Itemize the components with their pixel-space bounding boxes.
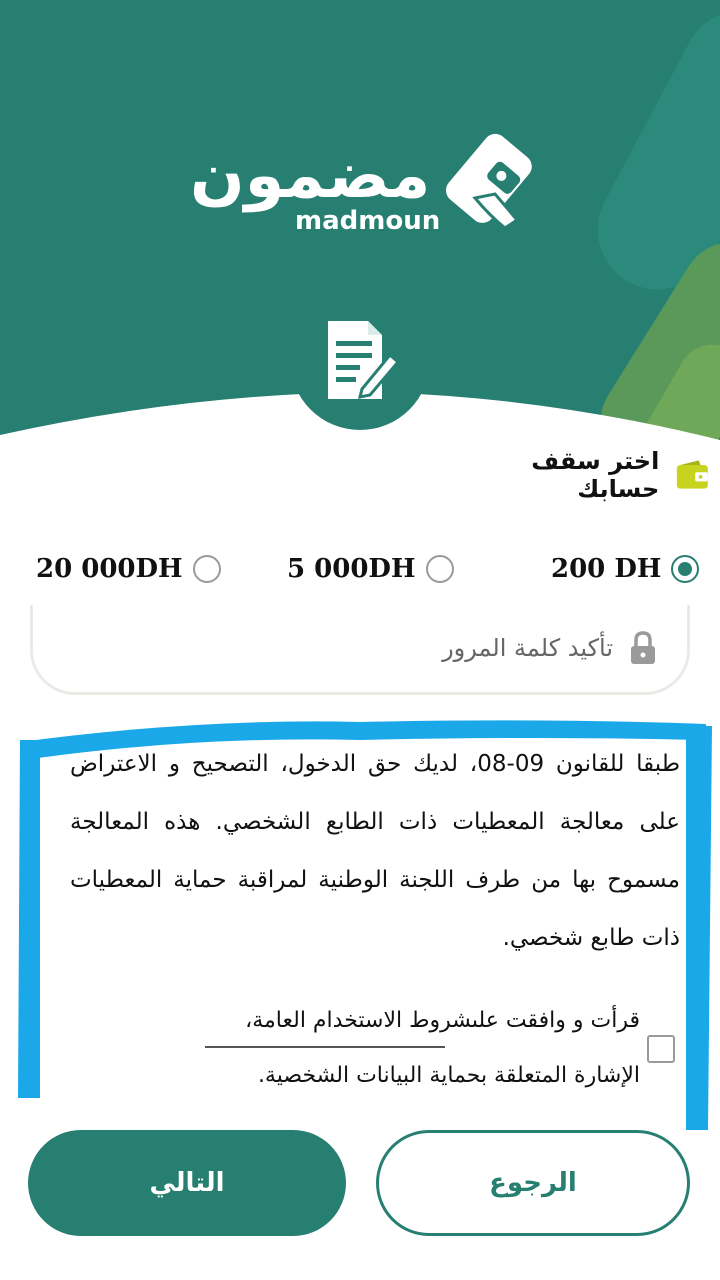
plafond-option-200[interactable]: 200 DH xyxy=(551,546,700,592)
radio-button[interactable] xyxy=(192,555,221,583)
brand-logo: مضمون madmoun xyxy=(190,128,535,243)
brand-name-arabic: مضمون xyxy=(190,139,431,213)
plafond-option-5000[interactable]: 5 000DH xyxy=(287,546,454,592)
plafond-option-label: 200 DH xyxy=(551,554,662,584)
wallet-hand-icon xyxy=(445,133,532,230)
confirm-password-field[interactable]: تأكيد كلمة المرور xyxy=(30,605,690,695)
radio-button[interactable] xyxy=(671,555,700,583)
document-badge xyxy=(290,290,430,430)
consent-checkbox[interactable] xyxy=(647,1035,675,1063)
radio-button[interactable] xyxy=(425,555,454,583)
plafond-option-20000[interactable]: 20 000DH xyxy=(36,546,221,592)
back-button[interactable]: الرجوع xyxy=(376,1130,690,1236)
lock-icon xyxy=(631,631,655,664)
plafond-section-header: اختر سقف حسابك xyxy=(460,447,710,503)
legal-notice: طبقا للقانون 09-08، لديك حق الدخول، التص… xyxy=(70,751,680,951)
confirm-password-placeholder: تأكيد كلمة المرور xyxy=(442,634,613,662)
plafond-option-label: 20 000DH xyxy=(36,554,183,584)
plafond-title: اختر سقف حسابك xyxy=(531,447,660,503)
consent-line-terms[interactable]: قرأت و وافقت علىشروط الاستخدام العامة، xyxy=(200,992,640,1047)
document-edit-icon xyxy=(328,321,400,399)
header-banner: مضمون madmoun xyxy=(0,0,720,470)
next-button[interactable]: التالي xyxy=(28,1130,346,1236)
brand-name-latin: madmoun xyxy=(295,206,441,236)
wallet-icon xyxy=(677,460,709,489)
terms-link-underline xyxy=(205,1046,445,1048)
plafond-option-label: 5 000DH xyxy=(287,554,416,584)
consent-line-privacy: الإشارة المتعلقة بحماية البيانات الشخصية… xyxy=(257,1063,640,1088)
